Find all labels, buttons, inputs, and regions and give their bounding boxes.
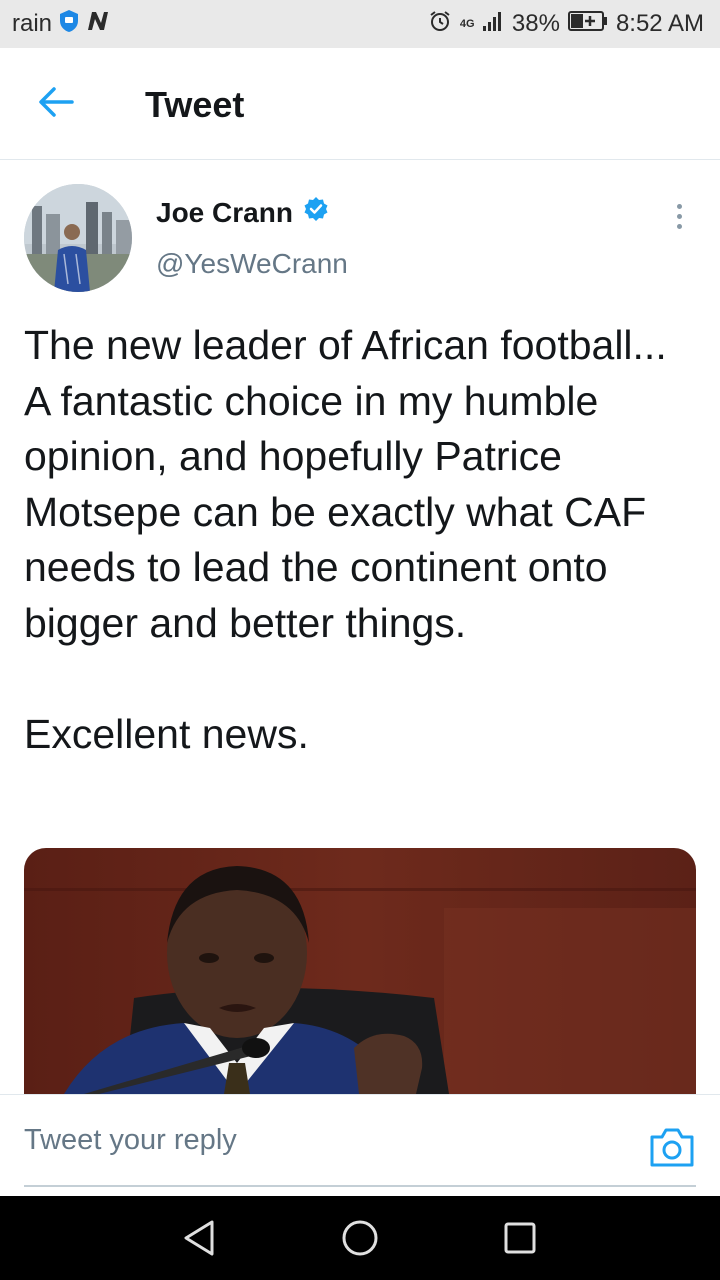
battery-percent: 38% bbox=[511, 10, 560, 37]
shield-icon bbox=[58, 9, 80, 40]
author-name[interactable]: Joe Crann bbox=[156, 197, 293, 229]
status-bar-right: 4G 38% 8:52 AM bbox=[428, 9, 704, 40]
camera-button[interactable] bbox=[648, 1125, 696, 1169]
circle-home-icon bbox=[336, 1220, 384, 1266]
tweet-media-image[interactable] bbox=[24, 848, 696, 1094]
nav-recents-button[interactable] bbox=[496, 1214, 544, 1262]
author-name-row[interactable]: Joe Crann bbox=[156, 196, 329, 229]
more-options-button[interactable] bbox=[664, 198, 694, 234]
alarm-icon bbox=[428, 9, 452, 40]
page-title: Tweet bbox=[145, 84, 245, 125]
author-handle[interactable]: @YesWeCrann bbox=[156, 248, 348, 280]
battery-icon bbox=[567, 10, 608, 39]
network-type-label: 4G bbox=[459, 17, 475, 30]
app-header: Tweet bbox=[0, 48, 720, 160]
n-logo-icon bbox=[86, 10, 110, 39]
clock-time: 8:52 AM bbox=[615, 10, 704, 37]
square-recents-icon bbox=[496, 1222, 544, 1266]
arrow-left-icon bbox=[38, 86, 74, 123]
tweet-text: The new leader of African football... A … bbox=[24, 322, 667, 757]
reply-input[interactable]: Tweet your reply bbox=[24, 1095, 696, 1187]
nav-back-button[interactable] bbox=[176, 1214, 224, 1262]
system-nav-bar bbox=[0, 1196, 720, 1280]
avatar[interactable] bbox=[24, 184, 132, 292]
dot-icon bbox=[676, 203, 682, 209]
nav-home-button[interactable] bbox=[336, 1214, 384, 1262]
signal-icon bbox=[482, 10, 504, 39]
triangle-back-icon bbox=[176, 1220, 224, 1266]
status-bar-left: rain bbox=[12, 9, 110, 40]
camera-icon bbox=[648, 1128, 696, 1173]
reply-bar: Tweet your reply bbox=[0, 1094, 720, 1197]
dot-icon bbox=[676, 213, 682, 219]
status-bar: rain 4G 38% 8:52 AM bbox=[0, 0, 720, 48]
carrier-label: rain bbox=[12, 10, 53, 37]
back-button[interactable] bbox=[28, 76, 84, 132]
verified-badge-icon bbox=[303, 196, 329, 229]
dot-icon bbox=[676, 223, 682, 229]
